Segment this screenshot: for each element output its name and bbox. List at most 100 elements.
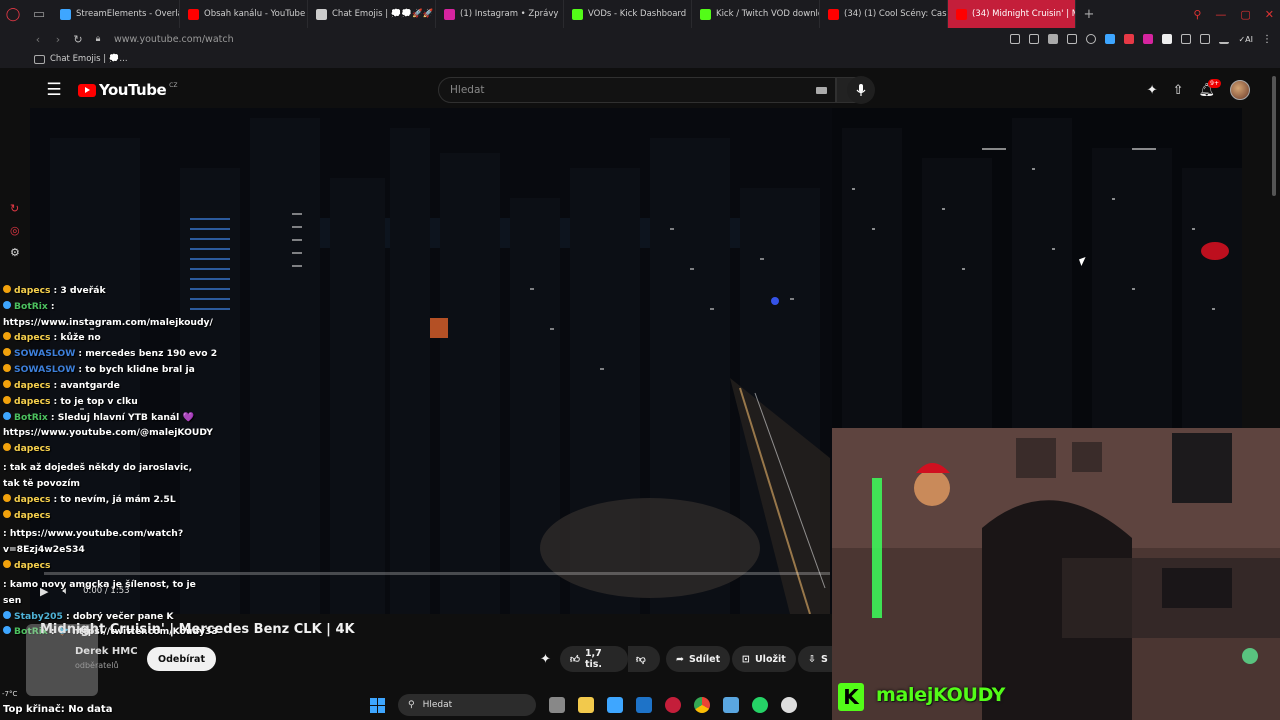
chat-badge-icon: [3, 364, 11, 373]
extension-6-icon[interactable]: [1200, 34, 1211, 44]
channel-name[interactable]: Derek HMC: [75, 646, 138, 657]
subscribe-button[interactable]: Odebírat: [147, 647, 217, 671]
dislike-icon: 👎︎: [636, 654, 646, 665]
steam-icon[interactable]: [781, 697, 797, 713]
save-icon: ⊡: [742, 653, 750, 665]
browser-tab[interactable]: Obsah kanálu - YouTube S: [180, 0, 308, 28]
share-button[interactable]: ➦ Sdílet: [666, 646, 731, 672]
download-icon[interactable]: [1219, 34, 1230, 44]
browser-tab[interactable]: StreamElements - Overlay: [52, 0, 180, 28]
outlook-icon[interactable]: [636, 697, 652, 713]
search-input[interactable]: Hledat: [438, 77, 836, 103]
chat-username: dapecs: [14, 285, 51, 296]
extension-5-icon[interactable]: [1181, 34, 1192, 44]
file-explorer-icon[interactable]: [578, 697, 594, 713]
page-scrollbar[interactable]: [1272, 76, 1276, 196]
lock-icon: 🔒︎: [95, 34, 101, 44]
channel-avatar[interactable]: [26, 624, 98, 696]
download-button[interactable]: ⇩ S: [798, 646, 832, 672]
task-view-icon[interactable]: [549, 697, 565, 713]
chat-badge-icon: [3, 493, 11, 502]
video-controls: ▶ 🔈︎ 0:00 / 1:53: [40, 584, 130, 598]
extension-2-icon[interactable]: [1124, 34, 1135, 44]
microphone-icon: [856, 84, 866, 96]
browser-tab[interactable]: VODs - Kick Dashboard: [564, 0, 692, 28]
new-tab-icon[interactable]: +: [1076, 0, 1102, 28]
opera-taskbar-icon[interactable]: [665, 697, 681, 713]
video-progress-bar[interactable]: [44, 572, 830, 575]
like-button[interactable]: 👍︎ 1,7 tis.: [560, 646, 628, 672]
chrome-icon[interactable]: [694, 697, 710, 713]
voice-search-button[interactable]: [847, 76, 875, 104]
shield-icon[interactable]: [1048, 34, 1059, 44]
city-skyline-right: [832, 108, 1242, 428]
windows-start-icon[interactable]: [370, 697, 385, 713]
weather-widget[interactable]: -7°C: [2, 690, 17, 698]
download-action-icon: ⇩: [808, 653, 816, 665]
save-button[interactable]: ⊡ Uložit: [732, 646, 796, 672]
play-button-icon[interactable]: ▶: [40, 585, 48, 598]
more-menu-icon[interactable]: ⋮: [1262, 34, 1272, 45]
close-window-icon[interactable]: ✕: [1265, 8, 1274, 21]
browser-tab[interactable]: Chat Emojis | 💭💭🚀🚀: [308, 0, 436, 28]
chat-message: BotRix: Sleduj hlavní YTB kanál 💜: [0, 410, 232, 426]
store-icon[interactable]: [607, 697, 623, 713]
upload-icon[interactable]: ⇧: [1173, 83, 1184, 98]
forward-icon[interactable]: ›: [48, 33, 68, 46]
chat-text-continuation: https://www.instagram.com/malejkoudy/: [3, 316, 213, 328]
search-tabs-icon[interactable]: ⚲: [1193, 8, 1201, 21]
create-icon[interactable]: ✦: [1147, 83, 1158, 98]
whatsapp-icon[interactable]: [752, 697, 768, 713]
chat-text-continuation: v=8Ezj4w2eS34: [3, 544, 85, 556]
streamer-name: malejKOUDY: [876, 684, 1006, 706]
video-right-panel: [832, 108, 1242, 428]
volume-icon[interactable]: 🔈︎: [62, 584, 69, 598]
opera-logo-icon[interactable]: ◯: [0, 0, 26, 28]
snapshot-icon[interactable]: [1029, 34, 1040, 44]
chat-text-continuation: tak tě povozím: [3, 477, 80, 489]
keyboard-icon[interactable]: [816, 87, 827, 94]
minimize-icon[interactable]: —: [1215, 8, 1226, 21]
chat-badge-icon: [3, 411, 11, 420]
browser-tab[interactable]: (34) (1) Cool Scény: Casin: [820, 0, 948, 28]
history-icon[interactable]: ↻: [10, 202, 20, 215]
tab-label: (34) Midnight Cruisin' | Me: [972, 9, 1076, 19]
play-icon[interactable]: [1067, 34, 1078, 44]
chat-message: BotRix:: [0, 299, 232, 315]
taskbar-search[interactable]: ⚲ Hledat: [398, 694, 536, 716]
browser-tab[interactable]: Kick / Twitch VOD downlo: [692, 0, 820, 28]
heart-icon[interactable]: [1086, 34, 1097, 44]
ai-icon[interactable]: ✓AI: [1238, 35, 1253, 44]
tab-label: StreamElements - Overlay: [76, 9, 180, 19]
dislike-button[interactable]: 👎︎: [628, 646, 660, 672]
bookmark-icon[interactable]: [1010, 34, 1021, 44]
notification-count: 9+: [1208, 78, 1221, 88]
browser-tab[interactable]: (1) Instagram • Zprávy: [436, 0, 564, 28]
maximize-icon[interactable]: ▢: [1240, 8, 1250, 21]
settings-icon[interactable]: ⚙: [10, 246, 20, 259]
account-avatar[interactable]: [1230, 80, 1250, 100]
notifications-icon[interactable]: 🔔︎ 9+: [1198, 78, 1221, 98]
opera-sidebar: ↻ ◎ ⚙: [10, 202, 20, 259]
reload-icon[interactable]: ↻: [68, 33, 88, 46]
youtube-play-icon: [78, 83, 96, 97]
chat-message: dapecs: 3 dveřák: [0, 283, 232, 299]
browser-tab[interactable]: (34) Midnight Cruisin' | Me: [948, 0, 1076, 28]
sparkle-icon[interactable]: ✦: [540, 652, 551, 667]
back-icon[interactable]: ‹: [28, 33, 48, 46]
bookmark-chat-emojis[interactable]: Chat Emojis | 💭...: [50, 54, 128, 64]
tab-menu-icon[interactable]: ▭: [26, 0, 52, 28]
extensions-row: ✓AI ⋮: [1010, 28, 1272, 50]
extension-3-icon[interactable]: [1143, 34, 1154, 44]
subscriber-count: odběratelů: [75, 661, 119, 670]
extension-1-icon[interactable]: [1105, 34, 1116, 44]
url-field[interactable]: www.youtube.com/watch: [114, 34, 234, 45]
hamburger-menu-icon[interactable]: ☰: [30, 80, 78, 100]
tab-favicon-icon: [828, 8, 839, 20]
messenger-icon[interactable]: ◎: [10, 224, 20, 237]
photos-icon[interactable]: [723, 697, 739, 713]
extension-4-icon[interactable]: [1162, 34, 1173, 44]
search-placeholder: Hledat: [450, 84, 485, 96]
youtube-logo[interactable]: YouTube CZ: [78, 81, 177, 99]
chat-text: : avantgarde: [53, 379, 120, 391]
